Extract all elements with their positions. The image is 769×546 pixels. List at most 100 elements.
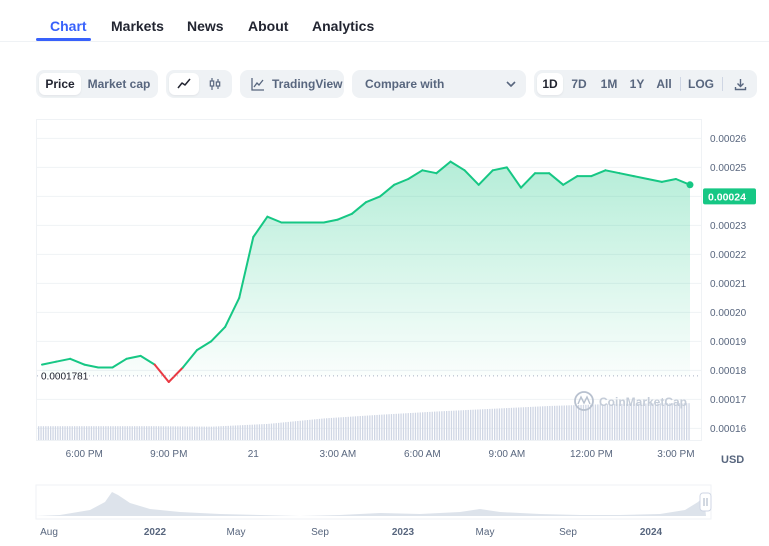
navigator-handle[interactable] [699,492,712,512]
volume-bar [155,426,157,440]
volume-bar [237,425,239,440]
navigator-tick-label: May [227,527,246,538]
volume-bar [290,421,292,440]
volume-bar [304,420,306,440]
volume-bar [350,416,352,440]
volume-bar [616,403,618,440]
volume-bar [273,423,275,440]
volume-bar [527,407,529,440]
volume-bar [484,409,486,440]
volume-bars [38,403,690,440]
volume-bar [568,405,570,440]
volume-bar [539,406,541,440]
volume-bar [191,426,193,440]
navigator-tick-label: 2024 [640,527,663,538]
y-tick-label: 0.00022 [710,250,747,261]
y-tick-label: 0.00021 [710,279,747,290]
volume-bar [131,426,133,440]
volume-bar [268,423,270,440]
volume-bar [47,426,49,440]
volume-bar [102,426,105,440]
volume-bar [66,426,69,440]
range-navigator[interactable] [35,484,712,520]
navigator-ticks: Aug 2022 May Sep 2023 May Sep 2024 [40,527,662,538]
volume-bar [165,426,167,440]
volume-bar [431,411,433,440]
volume-bar [333,417,335,440]
volume-bar [606,404,609,440]
volume-bar [124,426,126,440]
volume-bar [436,411,438,440]
currency-label: USD [721,454,745,466]
volume-bar [112,426,114,440]
volume-bar [537,406,539,440]
volume-bar [638,403,640,440]
volume-bar [232,425,234,440]
volume-bar [230,425,232,440]
volume-bar [465,410,467,440]
volume-bar [117,426,119,440]
volume-bar [141,426,143,440]
volume-bar [218,426,220,440]
volume-bar [496,408,498,440]
volume-bar [38,426,40,440]
volume-bar [419,412,421,440]
volume-bar [251,424,253,440]
volume-bar [234,425,237,440]
current-price-dot [686,181,694,189]
volume-bar [532,406,534,440]
y-tick-label: 0.00016 [710,424,747,435]
volume-bar [59,426,61,440]
x-axis-ticks: 6:00 PM 9:00 PM 21 3:00 AM 6:00 AM 9:00 AM 12:… [66,449,695,460]
volume-bar [410,412,412,440]
volume-bar [40,426,42,440]
volume-bar [50,426,52,440]
volume-bar [160,426,162,440]
volume-bar [563,405,565,440]
volume-bar [69,426,71,440]
volume-bar [364,415,366,440]
volume-bar [338,417,340,440]
volume-bar [342,417,345,440]
volume-bar [249,424,251,440]
volume-bar [42,426,45,440]
volume-bar [474,409,477,440]
baseline-label: 0.0001781 [41,371,89,382]
volume-bar [203,426,205,440]
volume-bar [196,426,198,440]
volume-bar [455,410,457,440]
volume-bar [138,426,141,440]
volume-bar [330,417,333,440]
volume-bar [316,419,318,440]
volume-bar [306,420,309,440]
volume-bar [525,407,527,440]
navigator-tick-label: Sep [311,527,329,538]
volume-bar [83,426,85,440]
volume-bar [225,425,227,440]
volume-bar [530,406,532,440]
x-tick-label: 3:00 AM [319,449,356,460]
volume-bar [633,403,635,440]
volume-bar [395,413,397,440]
volume-bar [359,416,361,440]
volume-bar [126,426,129,440]
volume-bar [467,409,469,440]
volume-bar [158,426,160,440]
volume-bar [244,425,246,440]
volume-bar [573,405,575,440]
volume-bar [554,405,556,440]
volume-bar [100,426,102,440]
volume-bar [482,409,484,440]
volume-bar [688,403,690,440]
volume-bar [270,423,273,440]
volume-bar [309,419,311,440]
volume-bar [323,418,325,440]
watermark-text: CoinMarketCap [599,395,687,409]
volume-bar [215,426,217,440]
volume-bar [604,404,606,440]
volume-bar [206,426,208,440]
volume-bar [246,424,249,440]
y-tick-label: 0.00018 [710,366,747,377]
volume-bar [594,404,597,440]
volume-bar [153,426,155,440]
